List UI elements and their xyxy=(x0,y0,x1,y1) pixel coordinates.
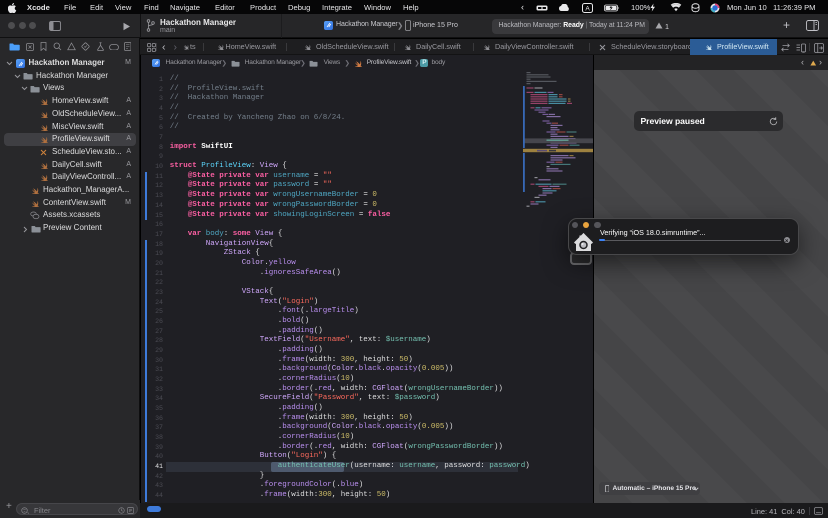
svg-text:A: A xyxy=(585,5,590,12)
